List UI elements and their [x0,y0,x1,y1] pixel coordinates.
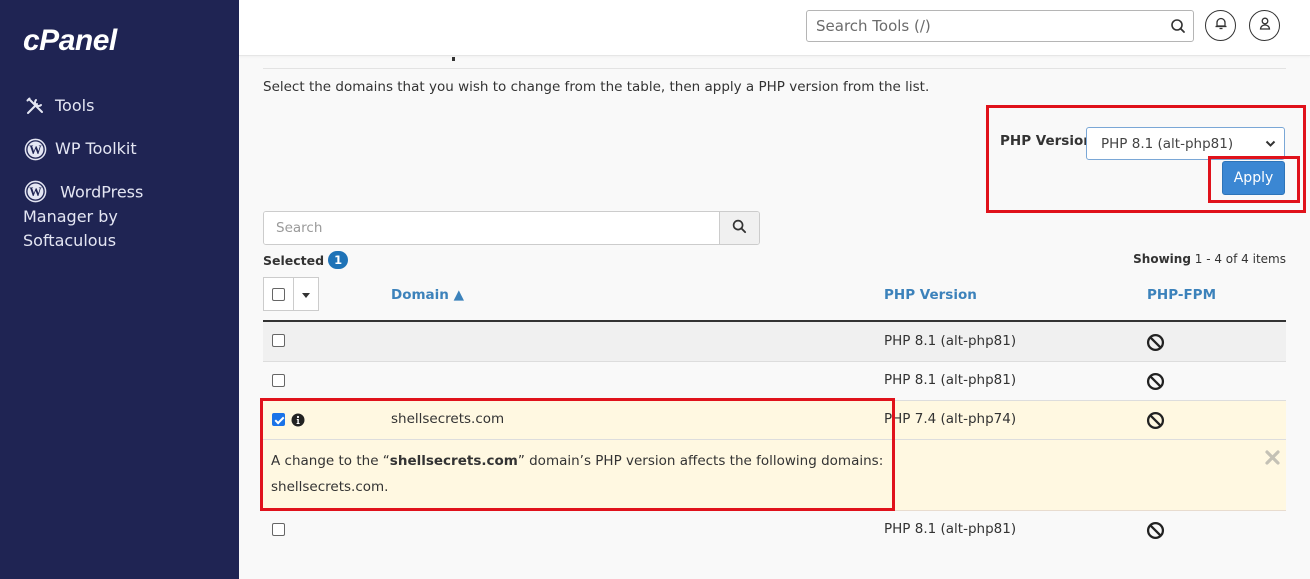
search-tools-input[interactable] [807,11,1163,41]
title-divider [263,68,1286,69]
notice-affected-domains: shellsecrets.com. [271,479,389,495]
search-icon [732,219,747,238]
row-checkbox[interactable] [272,413,285,426]
intro-text: Select the domains that you wish to chan… [263,79,930,95]
showing-range: 1 - 4 of 4 items [1194,252,1286,266]
domain-search-input[interactable] [264,212,719,244]
column-header-php-version[interactable]: PHP Version [884,287,977,303]
selected-indicator: Selected 1 [263,251,349,269]
cpanel-logo[interactable]: cPanel [23,24,117,58]
svg-text:W: W [29,142,42,156]
wordpress-icon: W [23,179,47,203]
disabled-icon [1146,521,1165,544]
domain-search-button[interactable] [719,212,759,244]
sidebar: cPanel Tools W WP Toolkit W WordPress Ma… [0,0,239,579]
svg-text:W: W [29,184,42,198]
row-checkbox[interactable] [272,334,285,347]
notifications-button[interactable] [1205,10,1236,41]
notice-suffix: ” domain’s PHP version affects the follo… [517,453,884,469]
table-row-selected: shellsecrets.com PHP 7.4 (alt-php74) [263,401,1286,440]
page-title-fragment [452,57,455,61]
php-version-selected: PHP 8.1 (alt-php81) [1101,135,1234,152]
wordpress-icon: W [23,137,47,161]
sidebar-item-label: WP Toolkit [55,139,137,158]
row-php-version: PHP 8.1 (alt-php81) [884,372,1017,388]
sidebar-item-label: Tools [55,96,95,115]
domain-search-box[interactable] [263,211,760,245]
notice-domain: shellsecrets.com [389,453,518,469]
sidebar-item-wp-toolkit[interactable]: W WP Toolkit [23,137,137,161]
select-all-group [263,277,319,311]
search-tools-box[interactable] [806,10,1194,42]
row-php-version: PHP 8.1 (alt-php81) [884,521,1017,537]
pagination-summary: Showing 1 - 4 of 4 items [1133,252,1286,266]
php-version-select[interactable]: PHP 8.1 (alt-php81) [1086,127,1285,160]
sidebar-item-tools[interactable]: Tools [23,94,94,118]
select-all-checkbox[interactable] [272,287,285,301]
selected-label: Selected [263,252,325,268]
row-checkbox[interactable] [272,374,285,387]
tools-icon [23,94,47,118]
php-version-label: PHP Version [1000,133,1093,149]
top-header [239,0,1310,56]
selected-count-badge: 1 [328,251,349,269]
disabled-icon [1146,333,1165,356]
close-icon[interactable] [1265,450,1280,469]
row-php-version: PHP 7.4 (alt-php74) [884,411,1017,427]
user-icon [1258,16,1272,35]
table-row: PHP 8.1 (alt-php81) [263,322,1286,362]
apply-button[interactable]: Apply [1222,161,1285,195]
row-domain: shellsecrets.com [391,411,505,427]
row-php-version: PHP 8.1 (alt-php81) [884,333,1017,349]
chevron-down-icon [1265,136,1276,152]
column-header-php-fpm[interactable]: PHP-FPM [1147,287,1216,303]
user-menu-button[interactable] [1249,10,1280,41]
table-row: PHP 8.1 (alt-php81) [263,511,1286,550]
showing-prefix: Showing [1133,252,1191,266]
info-icon[interactable] [291,413,305,431]
caret-down-icon [302,286,310,302]
table-row: PHP 8.1 (alt-php81) [263,362,1286,401]
disabled-icon [1146,372,1165,395]
row-checkbox[interactable] [272,523,285,536]
column-header-domain[interactable]: Domain ▲ [391,287,464,303]
bell-icon [1214,16,1228,35]
sidebar-item-wordpress-manager[interactable]: W WordPress Manager by Softaculous [23,179,213,253]
notice-prefix: A change to the “ [271,453,390,469]
search-icon[interactable] [1163,18,1193,34]
select-options-dropdown[interactable] [294,278,318,310]
domain-notice-message: A change to the “shellsecrets.com” domai… [271,448,883,500]
domain-notice-row: A change to the “shellsecrets.com” domai… [263,440,1286,511]
disabled-icon [1146,411,1165,434]
